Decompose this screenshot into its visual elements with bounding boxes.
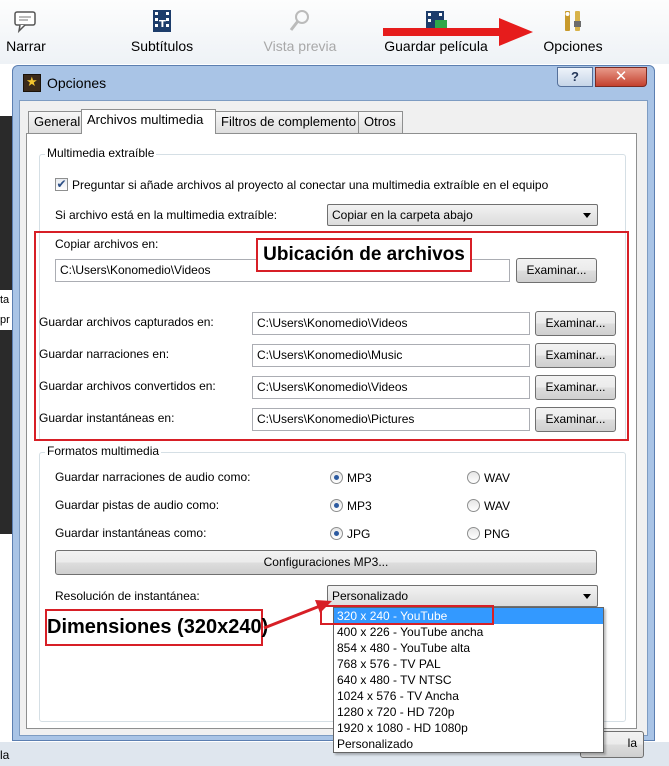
- guardar-pelicula-label: Guardar película: [384, 38, 488, 54]
- format-label-narrations: Guardar narraciones de audio como:: [55, 470, 251, 484]
- resolution-option[interactable]: 640 x 480 - TV NTSC: [334, 672, 603, 688]
- background-bottom-text: la: [0, 748, 10, 762]
- radio-audio-mp3[interactable]: [330, 499, 343, 512]
- tab-general[interactable]: General: [28, 111, 82, 133]
- formats-legend: Formatos multimedia: [45, 444, 162, 458]
- radio-snapshot-png[interactable]: [467, 527, 480, 540]
- annotation-arrow-shaft: [383, 28, 501, 36]
- if-file-select[interactable]: Copiar en la carpeta abajo: [327, 204, 598, 226]
- resolution-option[interactable]: 1024 x 576 - TV Ancha: [334, 688, 603, 704]
- annotation-dimensions-callout: Dimensiones (320x240): [45, 609, 268, 646]
- radio-narrations-wav[interactable]: [467, 471, 480, 484]
- resolution-option[interactable]: 854 x 480 - YouTube alta: [334, 640, 603, 656]
- resolution-option[interactable]: 1920 x 1080 - HD 1080p: [334, 720, 603, 736]
- narrar-button[interactable]: Narrar: [0, 0, 52, 64]
- ask-add-files-label: Preguntar si añade archivos al proyecto …: [72, 178, 549, 192]
- help-button[interactable]: ?: [557, 67, 593, 87]
- annotation-dimensions-arrow: [263, 600, 332, 630]
- close-button[interactable]: ✕: [595, 67, 647, 87]
- narrar-label: Narrar: [6, 38, 46, 54]
- resolution-label: Resolución de instantánea:: [55, 589, 200, 603]
- subtitulos-label: Subtítulos: [130, 38, 194, 54]
- vista-previa-label: Vista previa: [263, 38, 337, 54]
- subtitulos-button[interactable]: T Subtítulos: [124, 0, 200, 64]
- if-file-label: Si archivo está en la multimedia extraíb…: [55, 208, 278, 222]
- radio-audio-wav[interactable]: [467, 499, 480, 512]
- annotation-arrow-head: [499, 18, 533, 46]
- radio-snapshot-jpg[interactable]: [330, 527, 343, 540]
- radio-narrations-mp3[interactable]: [330, 471, 343, 484]
- ask-add-files-checkbox[interactable]: ✔: [55, 178, 68, 191]
- radio-snapshot-png-label: PNG: [484, 527, 511, 541]
- format-label-snapshots: Guardar instantáneas como:: [55, 526, 207, 540]
- vista-previa-button[interactable]: Vista previa: [256, 0, 344, 64]
- magnifier-icon: [289, 10, 309, 31]
- tab-filtros-de-complemento[interactable]: Filtros de complemento: [215, 111, 359, 133]
- opciones-label: Opciones: [543, 38, 603, 54]
- mp3-settings-button[interactable]: Configuraciones MP3...: [55, 550, 597, 575]
- radio-narrations-mp3-label: MP3: [347, 471, 372, 485]
- tab-otros[interactable]: Otros: [358, 111, 403, 133]
- chevron-down-icon: [583, 594, 591, 599]
- chevron-down-icon: [583, 213, 591, 218]
- film-subtitle-icon: T: [153, 10, 171, 32]
- svg-text:T: T: [159, 19, 166, 30]
- tab-archivos-multimedia[interactable]: Archivos multimedia: [81, 109, 216, 134]
- removable-media-legend: Multimedia extraíble: [45, 146, 157, 160]
- resolution-option[interactable]: 1280 x 720 - HD 720p: [334, 704, 603, 720]
- format-label-audio-tracks: Guardar pistas de audio como:: [55, 498, 220, 512]
- resolution-option[interactable]: 400 x 226 - YouTube ancha: [334, 624, 603, 640]
- annotation-selected-option-box: [320, 605, 494, 625]
- radio-snapshot-jpg-label: JPG: [347, 527, 371, 541]
- radio-audio-wav-label: WAV: [484, 499, 510, 513]
- speech-bubble-icon: [14, 11, 36, 34]
- resolution-option[interactable]: 768 x 576 - TV PAL: [334, 656, 603, 672]
- radio-audio-mp3-label: MP3: [347, 499, 372, 513]
- app-toolbar: Narrar T Subtítulos Vista previa Guardar…: [0, 0, 669, 64]
- app-logo-icon: [23, 74, 41, 92]
- background-partial-text: ta pr: [0, 290, 12, 330]
- radio-narrations-wav-label: WAV: [484, 471, 510, 485]
- resolution-value: Personalizado: [332, 589, 409, 603]
- resolution-option[interactable]: Personalizado: [334, 736, 603, 752]
- resolution-select[interactable]: Personalizado: [327, 585, 598, 607]
- opciones-button[interactable]: Opciones: [538, 0, 608, 64]
- tools-icon: [565, 11, 581, 31]
- resolution-dropdown-list: 320 x 240 - YouTube 400 x 226 - YouTube …: [333, 607, 604, 753]
- dialog-title: Opciones: [47, 75, 107, 91]
- if-file-value: Copiar en la carpeta abajo: [332, 208, 473, 222]
- annotation-file-locations-callout: Ubicación de archivos: [256, 238, 472, 272]
